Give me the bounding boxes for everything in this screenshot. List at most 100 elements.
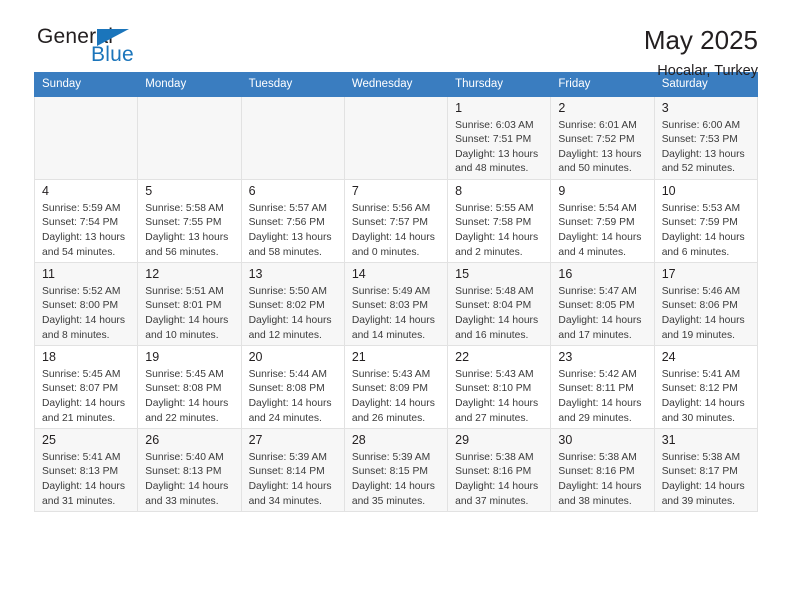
day-cell[interactable]: 20 Sunrise: 5:44 AM Sunset: 8:08 PM Dayl… [240, 345, 345, 430]
day-number: 1 [455, 101, 463, 115]
daylight-text-line1: Daylight: 13 hours [145, 231, 229, 243]
sunset-text: Sunset: 8:08 PM [248, 383, 325, 395]
day-cell[interactable]: 22 Sunrise: 5:43 AM Sunset: 8:10 PM Dayl… [447, 345, 552, 430]
weekday-header-monday: Monday [137, 72, 242, 97]
day-cell[interactable]: 18 Sunrise: 5:45 AM Sunset: 8:07 PM Dayl… [33, 345, 139, 430]
day-details: Sunrise: 5:56 AM Sunset: 7:57 PM Dayligh… [352, 202, 441, 260]
sunrise-text: Sunrise: 5:41 AM [42, 451, 121, 463]
day-cell[interactable]: 11 Sunrise: 5:52 AM Sunset: 8:00 PM Dayl… [33, 262, 139, 347]
sunrise-text: Sunrise: 5:52 AM [42, 285, 121, 297]
daylight-text-line1: Daylight: 14 hours [145, 481, 229, 493]
daylight-text-line1: Daylight: 14 hours [558, 231, 642, 243]
day-cell[interactable]: 27 Sunrise: 5:39 AM Sunset: 8:14 PM Dayl… [240, 428, 345, 513]
sunrise-text: Sunrise: 5:41 AM [661, 368, 741, 380]
daylight-text-line1: Daylight: 13 hours [661, 148, 745, 160]
day-number: 28 [351, 433, 366, 448]
daylight-text-line2: and 38 minutes. [558, 495, 632, 507]
day-cell[interactable]: 17 Sunrise: 5:46 AM Sunset: 8:06 PM Dayl… [653, 262, 759, 347]
day-details: Sunrise: 5:38 AM Sunset: 8:17 PM Dayligh… [662, 451, 751, 509]
day-number: 2 [558, 101, 566, 115]
sunrise-text: Sunrise: 5:39 AM [351, 451, 431, 463]
daylight-text-line1: Daylight: 14 hours [455, 231, 539, 243]
day-cell[interactable]: 21 Sunrise: 5:43 AM Sunset: 8:09 PM Dayl… [343, 345, 449, 430]
sunrise-text: Sunrise: 5:57 AM [248, 202, 327, 214]
daylight-text-line2: and 54 minutes. [42, 246, 116, 258]
day-cell[interactable]: 7 Sunrise: 5:56 AM Sunset: 7:57 PM Dayli… [343, 179, 449, 264]
day-cell[interactable]: 24 Sunrise: 5:41 AM Sunset: 8:12 PM Dayl… [653, 345, 759, 430]
day-cell[interactable]: 25 Sunrise: 5:41 AM Sunset: 8:13 PM Dayl… [33, 428, 139, 513]
daylight-text-line1: Daylight: 14 hours [248, 398, 332, 410]
day-cell[interactable]: 8 Sunrise: 5:55 AM Sunset: 7:58 PM Dayli… [447, 179, 552, 264]
sunrise-text: Sunrise: 5:45 AM [145, 368, 224, 380]
daylight-text-line2: and 33 minutes. [145, 495, 219, 507]
calendar-week-row: 1 Sunrise: 6:03 AM Sunset: 7:51 PM Dayli… [33, 95, 759, 181]
day-cell[interactable]: 29 Sunrise: 5:38 AM Sunset: 8:16 PM Dayl… [447, 428, 552, 513]
day-details: Sunrise: 5:50 AM Sunset: 8:02 PM Dayligh… [249, 285, 338, 343]
daylight-text-line1: Daylight: 14 hours [145, 398, 229, 410]
sunrise-text: Sunrise: 5:58 AM [145, 202, 224, 214]
day-cell[interactable]: 15 Sunrise: 5:48 AM Sunset: 8:04 PM Dayl… [447, 262, 552, 347]
day-number: 13 [248, 267, 263, 282]
daylight-text-line1: Daylight: 13 hours [558, 148, 642, 160]
daylight-text-line2: and 35 minutes. [351, 495, 426, 507]
daylight-text-line1: Daylight: 13 hours [248, 231, 332, 243]
day-cell[interactable]: 6 Sunrise: 5:57 AM Sunset: 7:56 PM Dayli… [240, 179, 345, 264]
sunset-text: Sunset: 7:52 PM [558, 134, 635, 146]
day-details: Sunrise: 5:52 AM Sunset: 8:00 PM Dayligh… [42, 285, 131, 343]
sunset-text: Sunset: 7:53 PM [661, 134, 738, 146]
day-details: Sunrise: 5:41 AM Sunset: 8:12 PM Dayligh… [662, 368, 751, 426]
daylight-text-line1: Daylight: 14 hours [351, 231, 435, 243]
day-cell[interactable]: 28 Sunrise: 5:39 AM Sunset: 8:15 PM Dayl… [343, 428, 449, 513]
sunset-text: Sunset: 8:01 PM [145, 300, 222, 312]
sunset-text: Sunset: 7:59 PM [661, 217, 738, 229]
sunset-text: Sunset: 7:57 PM [351, 217, 428, 229]
day-details: Sunrise: 5:59 AM Sunset: 7:54 PM Dayligh… [42, 202, 131, 260]
daylight-text-line1: Daylight: 14 hours [42, 314, 125, 326]
day-details: Sunrise: 5:54 AM Sunset: 7:59 PM Dayligh… [558, 202, 647, 260]
day-number: 10 [661, 184, 676, 199]
day-details: Sunrise: 5:43 AM Sunset: 8:10 PM Dayligh… [455, 368, 544, 426]
calendar-week-row: 11 Sunrise: 5:52 AM Sunset: 8:00 PM Dayl… [33, 262, 759, 347]
day-cell[interactable]: 5 Sunrise: 5:58 AM Sunset: 7:55 PM Dayli… [137, 179, 242, 264]
sunset-text: Sunset: 8:16 PM [455, 466, 532, 478]
calendar-body: 1 Sunrise: 6:03 AM Sunset: 7:51 PM Dayli… [33, 95, 759, 513]
day-details: Sunrise: 5:47 AM Sunset: 8:05 PM Dayligh… [558, 285, 647, 343]
sunset-text: Sunset: 8:14 PM [248, 466, 325, 478]
sunset-text: Sunset: 7:56 PM [248, 217, 325, 229]
day-cell[interactable]: 19 Sunrise: 5:45 AM Sunset: 8:08 PM Dayl… [137, 345, 242, 430]
day-number: 3 [661, 101, 669, 115]
day-cell[interactable]: 9 Sunrise: 5:54 AM Sunset: 7:59 PM Dayli… [550, 179, 655, 264]
day-number: 7 [351, 184, 359, 199]
day-cell[interactable]: 31 Sunrise: 5:38 AM Sunset: 8:17 PM Dayl… [653, 428, 759, 513]
sunrise-text: Sunrise: 5:38 AM [661, 451, 741, 463]
sunrise-text: Sunrise: 5:47 AM [558, 285, 637, 297]
day-cell[interactable]: 1 Sunrise: 6:03 AM Sunset: 7:51 PM Dayli… [447, 95, 552, 181]
day-cell[interactable]: 10 Sunrise: 5:53 AM Sunset: 7:59 PM Dayl… [653, 179, 759, 264]
sunrise-text: Sunrise: 6:03 AM [455, 119, 534, 131]
day-cell[interactable]: 3 Sunrise: 6:00 AM Sunset: 7:53 PM Dayli… [653, 95, 759, 181]
day-cell[interactable]: 13 Sunrise: 5:50 AM Sunset: 8:02 PM Dayl… [240, 262, 345, 347]
daylight-text-line2: and 0 minutes. [351, 246, 420, 258]
day-cell[interactable]: 2 Sunrise: 6:01 AM Sunset: 7:52 PM Dayli… [550, 95, 655, 181]
sunset-text: Sunset: 8:06 PM [661, 300, 738, 312]
day-cell[interactable]: 23 Sunrise: 5:42 AM Sunset: 8:11 PM Dayl… [550, 345, 655, 430]
sunset-text: Sunset: 8:15 PM [351, 466, 428, 478]
day-cell[interactable]: 16 Sunrise: 5:47 AM Sunset: 8:05 PM Dayl… [550, 262, 655, 347]
day-cell[interactable]: 12 Sunrise: 5:51 AM Sunset: 8:01 PM Dayl… [137, 262, 242, 347]
day-cell[interactable]: 4 Sunrise: 5:59 AM Sunset: 7:54 PM Dayli… [33, 179, 139, 264]
logo-word-blue: Blue [91, 43, 134, 66]
daylight-text-line2: and 6 minutes. [661, 246, 730, 258]
day-number: 21 [351, 350, 366, 365]
day-number: 24 [661, 350, 676, 365]
daylight-text-line1: Daylight: 14 hours [661, 231, 745, 243]
sunrise-text: Sunrise: 5:38 AM [455, 451, 534, 463]
day-cell[interactable]: 14 Sunrise: 5:49 AM Sunset: 8:03 PM Dayl… [343, 262, 449, 347]
sunset-text: Sunset: 7:59 PM [558, 217, 635, 229]
day-cell[interactable]: 26 Sunrise: 5:40 AM Sunset: 8:13 PM Dayl… [137, 428, 242, 513]
daylight-text-line1: Daylight: 14 hours [351, 314, 435, 326]
day-number: 8 [455, 184, 463, 199]
sunrise-text: Sunrise: 5:50 AM [248, 285, 327, 297]
day-cell[interactable]: 30 Sunrise: 5:38 AM Sunset: 8:16 PM Dayl… [550, 428, 655, 513]
sunset-text: Sunset: 8:13 PM [145, 466, 222, 478]
sunset-text: Sunset: 8:02 PM [248, 300, 325, 312]
